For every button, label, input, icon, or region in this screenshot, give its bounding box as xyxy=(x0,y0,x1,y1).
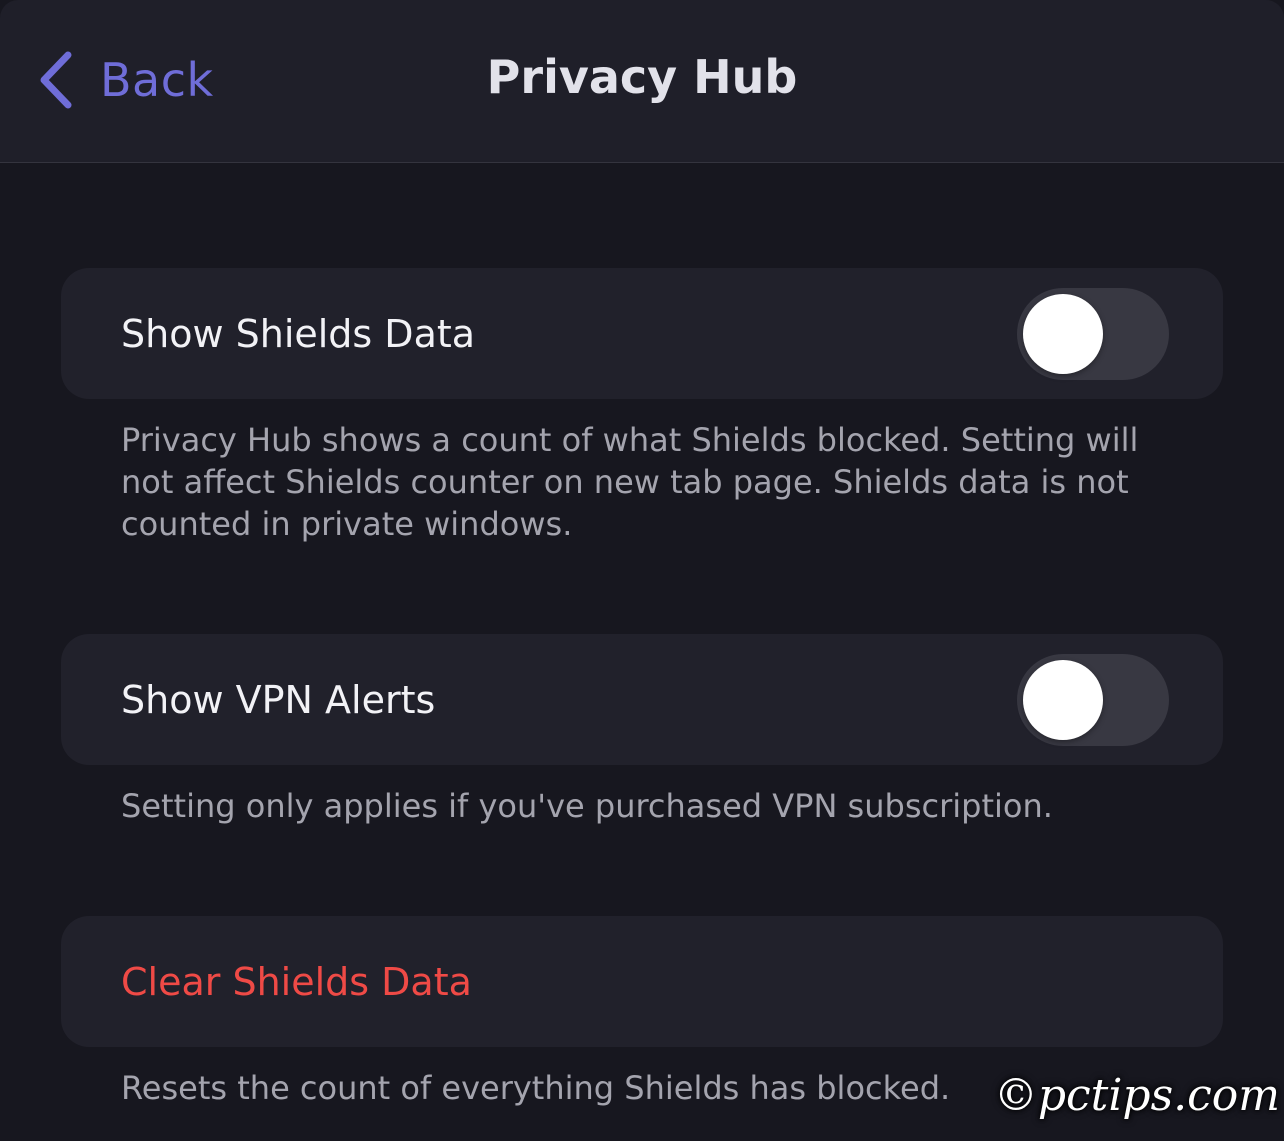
navigation-bar: Back Privacy Hub xyxy=(0,0,1284,163)
show-vpn-alerts-footer: Setting only applies if you've purchased… xyxy=(121,787,1053,825)
clear-shields-data-button[interactable]: Clear Shields Data xyxy=(61,916,1223,1047)
privacy-hub-screen: Back Privacy Hub Show Shields Data Priva… xyxy=(0,0,1284,1141)
show-shields-data-footer: Privacy Hub shows a count of what Shield… xyxy=(121,421,1139,543)
watermark: ©pctips.com xyxy=(993,1070,1280,1121)
show-vpn-alerts-toggle[interactable] xyxy=(1017,654,1169,746)
show-shields-data-toggle[interactable] xyxy=(1017,288,1169,380)
toggle-knob xyxy=(1023,660,1103,740)
toggle-knob xyxy=(1023,294,1103,374)
show-shields-data-label: Show Shields Data xyxy=(121,311,476,356)
clear-shields-data-label: Clear Shields Data xyxy=(121,959,472,1004)
page-title: Privacy Hub xyxy=(486,50,798,104)
show-shields-data-row: Show Shields Data xyxy=(61,268,1223,399)
show-vpn-alerts-row: Show VPN Alerts xyxy=(61,634,1223,765)
show-vpn-alerts-label: Show VPN Alerts xyxy=(121,677,436,722)
